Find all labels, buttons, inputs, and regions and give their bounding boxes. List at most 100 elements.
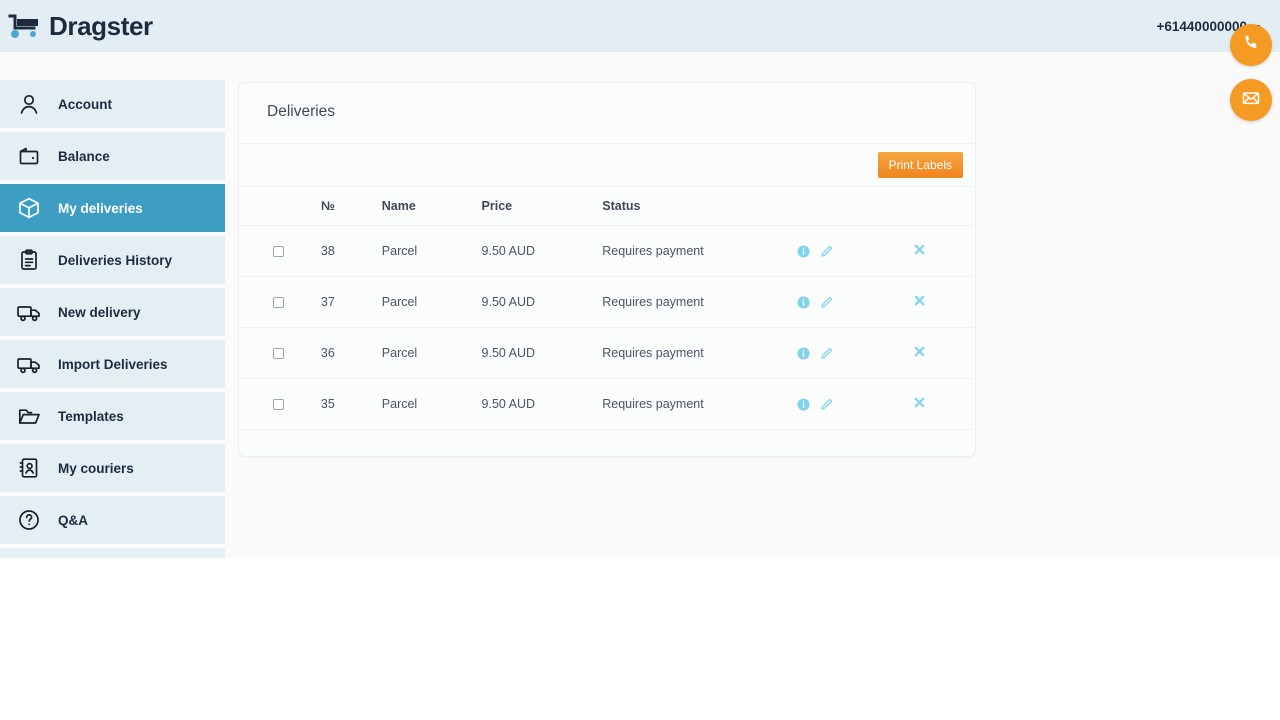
sidebar-item-label: My deliveries xyxy=(58,200,143,216)
edit-pencil-icon[interactable] xyxy=(819,397,834,412)
column-header-select xyxy=(239,187,321,226)
row-delete-cell xyxy=(911,276,975,328)
sidebar-item-import-deliveries[interactable]: Import Deliveries xyxy=(0,340,225,388)
table-row: 36 Parcel 9.50 AUD Requires payment xyxy=(239,327,975,379)
sidebar-item-my-couriers[interactable]: My couriers xyxy=(0,444,225,492)
row-name: Parcel xyxy=(381,225,482,277)
column-header-name: Name xyxy=(381,187,482,226)
row-price: 9.50 AUD xyxy=(481,225,603,277)
sidebar-item-deliveries-history[interactable]: Deliveries History xyxy=(0,236,225,284)
row-actions-cell xyxy=(796,276,912,328)
shopping-cart-icon xyxy=(8,13,40,39)
brand-logo[interactable]: Dragster xyxy=(8,13,153,39)
info-icon[interactable] xyxy=(796,244,811,259)
sidebar-item-label: New delivery xyxy=(58,304,141,320)
contacts-icon xyxy=(14,453,44,483)
sidebar-item-label: Import Deliveries xyxy=(58,356,168,372)
sidebar-item-label: My couriers xyxy=(58,460,134,476)
delete-x-icon[interactable] xyxy=(912,293,927,308)
card-toolbar: Print Labels xyxy=(239,143,975,187)
folder-icon xyxy=(14,401,44,431)
email-button[interactable] xyxy=(1230,79,1272,121)
row-delete-cell xyxy=(911,378,975,430)
row-select-cell xyxy=(239,327,321,379)
row-status: Requires payment xyxy=(602,276,797,328)
sidebar-item-account[interactable]: Account xyxy=(0,80,225,128)
sidebar-item-qa[interactable]: Q&A xyxy=(0,496,225,544)
card-footer xyxy=(239,430,975,456)
info-icon[interactable] xyxy=(796,295,811,310)
edit-pencil-icon[interactable] xyxy=(819,346,834,361)
column-header-price: Price xyxy=(481,187,603,226)
user-icon xyxy=(14,89,44,119)
sidebar-item-label: Templates xyxy=(58,408,124,424)
info-icon[interactable] xyxy=(796,397,811,412)
app-root: Dragster +61440000000 Account Balance My… xyxy=(0,0,1280,720)
column-header-number: № xyxy=(320,187,382,226)
row-select-cell xyxy=(239,276,321,328)
row-number: 36 xyxy=(320,327,382,379)
row-price: 9.50 AUD xyxy=(481,378,603,430)
row-select-cell xyxy=(239,378,321,430)
sidebar-nav: Account Balance My deliveries Deliveries… xyxy=(0,80,225,558)
edit-pencil-icon[interactable] xyxy=(819,244,834,259)
table-header: № Name Price Status xyxy=(239,187,975,226)
row-name: Parcel xyxy=(381,276,482,328)
row-name: Parcel xyxy=(381,378,482,430)
row-checkbox[interactable] xyxy=(273,347,284,359)
row-name: Parcel xyxy=(381,327,482,379)
brand-name: Dragster xyxy=(49,11,153,41)
table-body: 38 Parcel 9.50 AUD Requires payment 37 Parcel… xyxy=(239,225,975,430)
sidebar-item-balance[interactable]: Balance xyxy=(0,132,225,180)
table-row: 37 Parcel 9.50 AUD Requires payment xyxy=(239,276,975,328)
row-number: 38 xyxy=(320,225,382,277)
column-header-delete xyxy=(911,187,975,226)
sidebar-item-templates[interactable]: Templates xyxy=(0,392,225,440)
row-delete-cell xyxy=(911,225,975,277)
row-actions-cell xyxy=(796,225,912,277)
deliveries-table: № Name Price Status 38 Parcel 9.50 AUD Requ… xyxy=(239,187,975,430)
row-status: Requires payment xyxy=(602,378,797,430)
row-actions-cell xyxy=(796,327,912,379)
delete-x-icon[interactable] xyxy=(912,242,927,257)
question-icon xyxy=(14,505,44,535)
row-delete-cell xyxy=(911,327,975,379)
sidebar-item-label: Q&A xyxy=(58,512,88,528)
clipboard-icon xyxy=(14,245,44,275)
sidebar-item-my-deliveries[interactable]: My deliveries xyxy=(0,184,225,232)
row-number: 35 xyxy=(320,378,382,430)
truck-icon xyxy=(14,349,44,379)
delete-x-icon[interactable] xyxy=(912,344,927,359)
row-checkbox[interactable] xyxy=(273,398,284,410)
table-row: 38 Parcel 9.50 AUD Requires payment xyxy=(239,225,975,277)
info-icon[interactable] xyxy=(796,346,811,361)
envelope-icon xyxy=(1241,88,1261,113)
column-header-actions xyxy=(796,187,912,226)
call-button[interactable] xyxy=(1230,24,1272,66)
deliveries-card: Deliveries Print Labels № Name Price Sta… xyxy=(238,82,976,457)
box-icon xyxy=(14,193,44,223)
page-title: Deliveries xyxy=(267,103,336,120)
delete-x-icon[interactable] xyxy=(912,395,927,410)
sidebar-item-label: Account xyxy=(58,96,112,112)
row-select-cell xyxy=(239,225,321,277)
edit-pencil-icon[interactable] xyxy=(819,295,834,310)
table-header-row: № Name Price Status xyxy=(239,187,975,226)
sidebar-item-new-delivery[interactable]: New delivery xyxy=(0,288,225,336)
truck-icon xyxy=(14,297,44,327)
sidebar-item-label: Deliveries History xyxy=(58,252,173,268)
row-price: 9.50 AUD xyxy=(481,276,603,328)
phone-icon xyxy=(1242,33,1261,57)
column-header-status: Status xyxy=(602,187,797,226)
sidebar-item-label: Balance xyxy=(58,148,110,164)
row-actions-cell xyxy=(796,378,912,430)
row-checkbox[interactable] xyxy=(273,245,284,257)
table-row: 35 Parcel 9.50 AUD Requires payment xyxy=(239,378,975,430)
row-number: 37 xyxy=(320,276,382,328)
row-status: Requires payment xyxy=(602,327,797,379)
app-header: Dragster +61440000000 xyxy=(0,0,1280,52)
row-checkbox[interactable] xyxy=(273,296,284,308)
row-price: 9.50 AUD xyxy=(481,327,603,379)
print-labels-button[interactable]: Print Labels xyxy=(877,152,963,178)
sidebar-item-partial[interactable] xyxy=(0,548,225,558)
